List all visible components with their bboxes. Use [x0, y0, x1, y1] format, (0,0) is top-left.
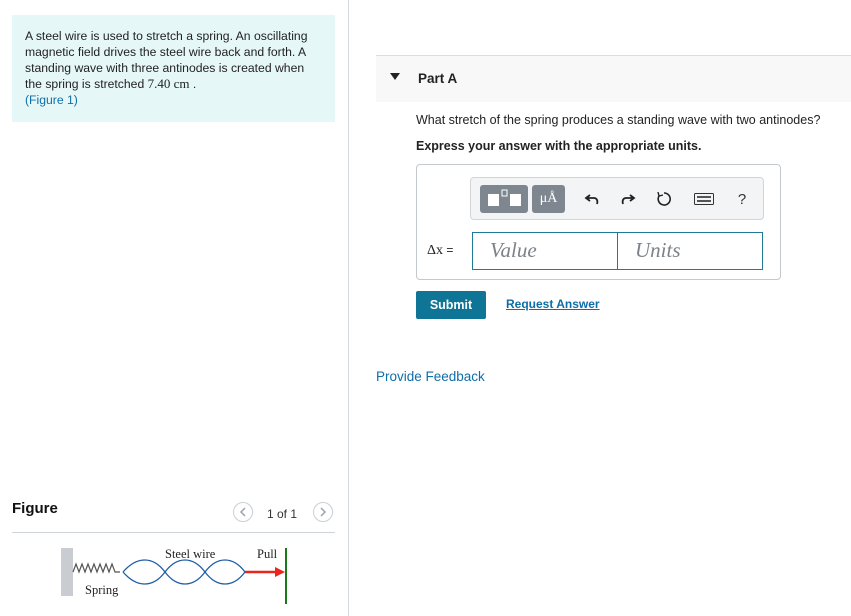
undo-icon — [584, 194, 599, 205]
part-title: Part A — [418, 71, 458, 86]
value-input[interactable]: Value — [472, 232, 618, 270]
wall-block — [61, 548, 73, 596]
figure-prev-button[interactable] — [233, 502, 253, 522]
figure-link[interactable]: (Figure 1) — [25, 93, 78, 107]
steel-wire-label: Steel wire — [165, 547, 216, 561]
reset-icon — [657, 191, 671, 206]
spring-coil — [72, 562, 120, 574]
redo-icon — [621, 194, 636, 205]
request-answer-link[interactable]: Request Answer — [506, 297, 600, 311]
standing-wave — [122, 559, 246, 585]
spring-label: Spring — [85, 583, 119, 597]
math-toolbar: μÅ ? — [470, 177, 764, 220]
keyboard-icon — [694, 193, 714, 205]
templates-button[interactable] — [480, 185, 528, 213]
answer-label: Δx = — [427, 243, 453, 259]
figure-title: Figure — [12, 500, 58, 517]
problem-statement: A steel wire is used to stretch a spring… — [12, 15, 335, 122]
keyboard-button[interactable] — [693, 185, 715, 213]
left-panel: A steel wire is used to stretch a spring… — [0, 0, 348, 616]
question-text: What stretch of the spring produces a st… — [416, 113, 821, 127]
reset-button[interactable] — [653, 185, 675, 213]
part-header[interactable]: Part A — [376, 55, 851, 102]
symbols-button[interactable]: μÅ — [532, 185, 565, 213]
templates-icon — [488, 189, 521, 206]
stretch-value: 7.40 cm — [147, 76, 190, 91]
problem-text-end: . — [189, 77, 197, 91]
undo-button[interactable] — [581, 185, 603, 213]
units-input[interactable]: Units — [617, 232, 763, 270]
page-indicator: 1 of 1 — [267, 507, 298, 521]
caret-down-icon — [390, 73, 400, 80]
redo-button[interactable] — [617, 185, 639, 213]
figure-header: Figure 1 of 1 — [12, 498, 335, 533]
answer-variable: Δx — [427, 243, 444, 258]
submit-button[interactable]: Submit — [416, 291, 486, 319]
arrow-head — [275, 567, 285, 577]
provide-feedback-link[interactable]: Provide Feedback — [376, 369, 485, 384]
instruction-text: Express your answer with the appropriate… — [416, 139, 702, 153]
answer-box: μÅ ? Δx = Value Units — [416, 164, 781, 280]
pull-label: Pull — [257, 547, 278, 561]
figure-next-button[interactable] — [313, 502, 333, 522]
answer-equals: = — [443, 243, 454, 257]
right-panel: Part A What stretch of the spring produc… — [349, 0, 851, 616]
chevron-right-icon — [320, 507, 327, 517]
chevron-left-icon — [239, 507, 246, 517]
figure-diagram: Steel wire Pull Spring — [61, 547, 287, 604]
help-button[interactable]: ? — [731, 185, 753, 213]
